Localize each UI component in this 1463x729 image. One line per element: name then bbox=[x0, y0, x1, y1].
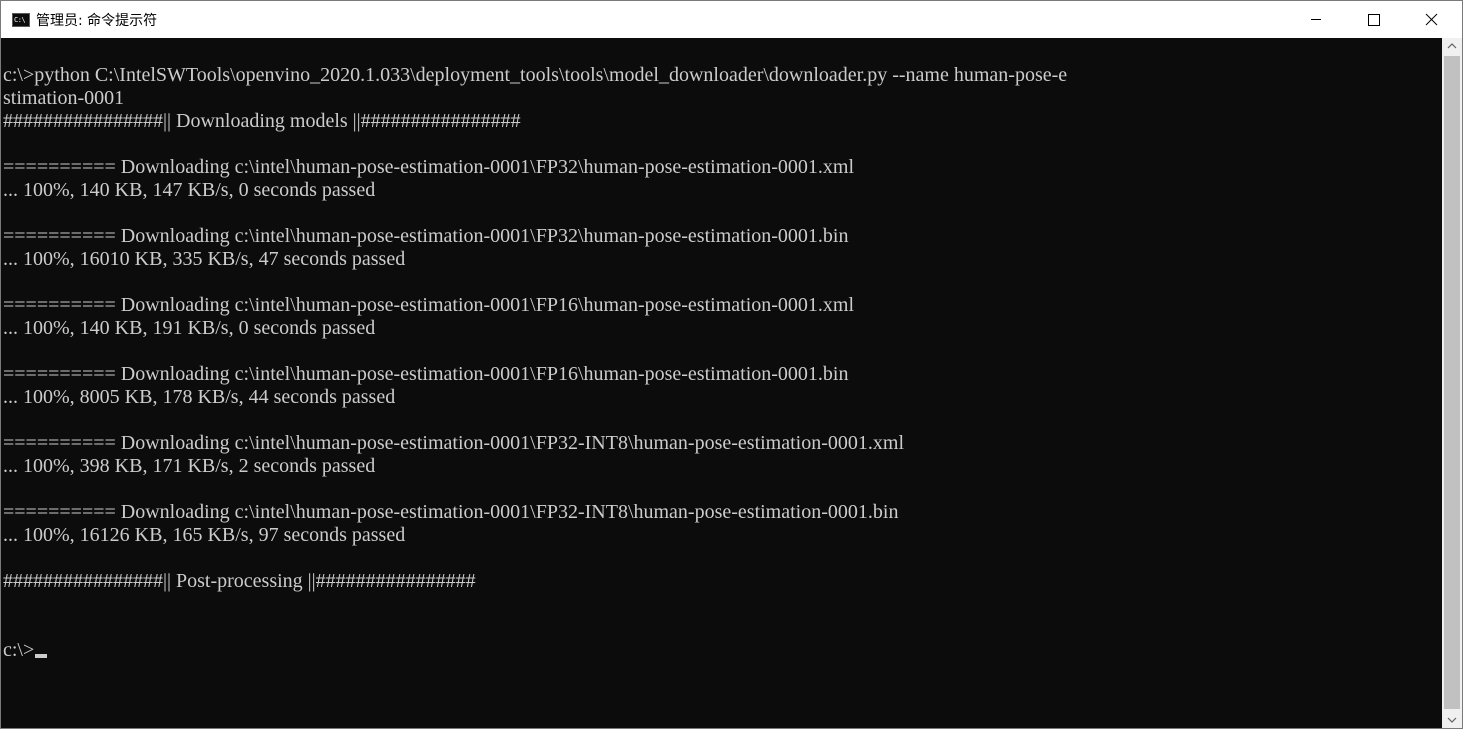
chevron-up-icon bbox=[1447, 43, 1457, 49]
console-line: ========== Downloading c:\intel\human-po… bbox=[3, 432, 905, 454]
text-cursor bbox=[35, 654, 48, 658]
console-line: ... 100%, 16126 KB, 165 KB/s, 97 seconds… bbox=[3, 524, 406, 546]
close-button[interactable] bbox=[1403, 1, 1461, 38]
command-prompt-window: C:\ 管理员: 命令提示符 c:\>python C:\IntelSWTool… bbox=[0, 0, 1463, 729]
prompt-text: c:\> bbox=[3, 639, 35, 661]
chevron-down-icon bbox=[1447, 717, 1457, 723]
command-prompt-line[interactable]: c:\> bbox=[3, 639, 1067, 662]
maximize-button[interactable] bbox=[1345, 1, 1403, 38]
console-line: ... 100%, 140 KB, 147 KB/s, 0 seconds pa… bbox=[3, 179, 376, 201]
console-line: ################|| Downloading models ||… bbox=[3, 110, 521, 132]
console-line: ... 100%, 398 KB, 171 KB/s, 2 seconds pa… bbox=[3, 455, 376, 477]
console-line: c:\>python C:\IntelSWTools\openvino_2020… bbox=[3, 64, 1068, 86]
scroll-down-button[interactable] bbox=[1442, 711, 1462, 728]
console-output[interactable]: c:\>python C:\IntelSWTools\openvino_2020… bbox=[1, 38, 1442, 728]
scrollbar-thumb[interactable] bbox=[1444, 56, 1460, 709]
console-line: ========== Downloading c:\intel\human-po… bbox=[3, 363, 849, 385]
console-lines: c:\>python C:\IntelSWTools\openvino_2020… bbox=[3, 64, 1067, 662]
maximize-icon bbox=[1368, 14, 1380, 26]
console-line: ################|| Post-processing ||###… bbox=[3, 570, 476, 592]
close-icon bbox=[1425, 13, 1438, 26]
minimize-icon bbox=[1311, 19, 1321, 20]
console-line: ... 100%, 140 KB, 191 KB/s, 0 seconds pa… bbox=[3, 317, 376, 339]
minimize-button[interactable] bbox=[1287, 1, 1345, 38]
console-line: ========== Downloading c:\intel\human-po… bbox=[3, 225, 849, 247]
console-line: ... 100%, 16010 KB, 335 KB/s, 47 seconds… bbox=[3, 248, 406, 270]
console-line: ========== Downloading c:\intel\human-po… bbox=[3, 501, 899, 523]
console-line: stimation-0001 bbox=[3, 87, 125, 109]
console-app-icon: C:\ bbox=[12, 13, 30, 27]
window-title: 管理员: 命令提示符 bbox=[36, 13, 158, 29]
console-line: ========== Downloading c:\intel\human-po… bbox=[3, 294, 855, 316]
console-line: ========== Downloading c:\intel\human-po… bbox=[3, 156, 855, 178]
title-bar[interactable]: C:\ 管理员: 命令提示符 bbox=[1, 1, 1462, 38]
vertical-scrollbar[interactable] bbox=[1442, 38, 1462, 728]
scroll-up-button[interactable] bbox=[1442, 38, 1462, 55]
console-line: ... 100%, 8005 KB, 178 KB/s, 44 seconds … bbox=[3, 386, 396, 408]
